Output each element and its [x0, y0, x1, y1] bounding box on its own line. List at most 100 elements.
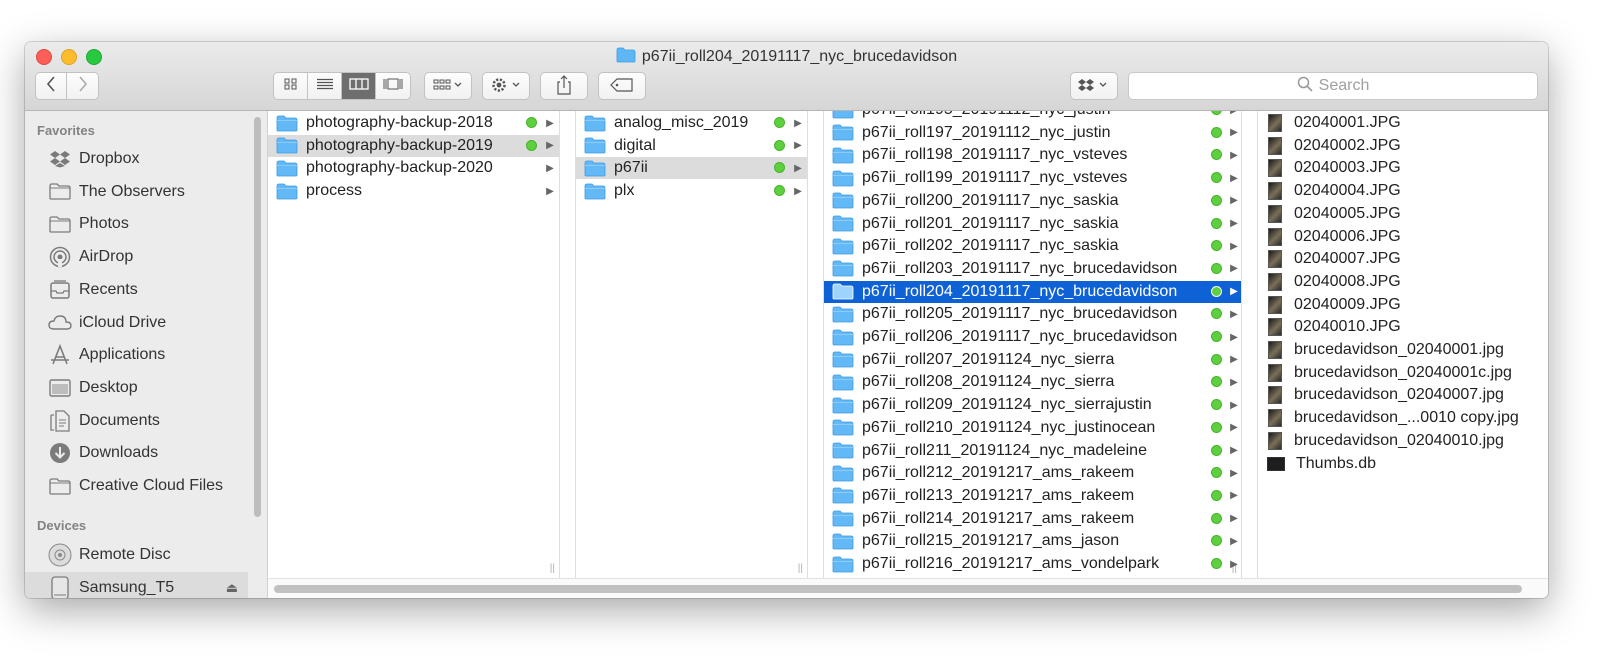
- group-by-button[interactable]: [424, 72, 472, 100]
- file-row[interactable]: 02040001.JPG: [1258, 112, 1548, 134]
- folder-row[interactable]: p67ii_roll204_20191117_nyc_brucedavidson…: [824, 280, 1241, 303]
- folder-name: p67ii_roll195_20191112_nyc_justin: [862, 111, 1111, 119]
- sidebar-item-recents[interactable]: Recents: [25, 274, 248, 306]
- icon-view-button[interactable]: [274, 73, 308, 99]
- folder-row[interactable]: photography-backup-2019 ▶: [268, 134, 559, 157]
- column-resize-handle[interactable]: ||: [798, 563, 803, 574]
- folder-row[interactable]: p67ii_roll199_20191117_nyc_vsteves ▶: [824, 167, 1241, 189]
- file-row[interactable]: brucedavidson_02040010.jpg: [1258, 430, 1548, 452]
- green-tag-dot: [774, 139, 785, 151]
- file-row[interactable]: 02040009.JPG: [1258, 294, 1548, 316]
- sidebar-item-remote-disc[interactable]: Remote Disc: [25, 539, 248, 571]
- folder-row[interactable]: p67ii_roll197_20191112_nyc_justin ▶: [824, 122, 1241, 144]
- sidebar-item-icloud-drive[interactable]: iCloud Drive: [25, 307, 248, 339]
- sidebar-item-airdrop[interactable]: AirDrop: [25, 241, 248, 273]
- folder-icon: [832, 374, 854, 391]
- file-row[interactable]: 02040007.JPG: [1258, 248, 1548, 270]
- folder-row[interactable]: process ▶: [268, 180, 559, 202]
- file-row[interactable]: brucedavidson_02040001.jpg: [1258, 339, 1548, 361]
- action-button[interactable]: [482, 72, 530, 100]
- folder-row[interactable]: p67ii_roll205_20191117_nyc_brucedavidson…: [824, 303, 1241, 325]
- disclosure-arrow-icon: ▶: [1230, 513, 1238, 525]
- folder-row[interactable]: p67ii_roll198_20191117_nyc_vsteves ▶: [824, 144, 1241, 166]
- sidebar-item-applications[interactable]: Applications: [25, 339, 248, 371]
- sidebar-item-label: Recents: [79, 280, 138, 298]
- green-tag-dot: [1211, 489, 1222, 501]
- folder-row[interactable]: p67ii_roll201_20191117_nyc_saskia ▶: [824, 213, 1241, 235]
- folder-row[interactable]: p67ii_roll214_20191217_ams_rakeem ▶: [824, 508, 1241, 530]
- sidebar-scrollbar[interactable]: [254, 117, 261, 517]
- folder-row[interactable]: digital ▶: [576, 135, 807, 157]
- disclosure-arrow-icon: ▶: [1230, 535, 1238, 547]
- folder-row[interactable]: p67ii_roll207_20191124_nyc_sierra ▶: [824, 349, 1241, 371]
- share-button[interactable]: [540, 72, 588, 100]
- column-gap: [1242, 111, 1258, 578]
- sidebar-item-desktop[interactable]: Desktop: [25, 372, 248, 404]
- folder-row[interactable]: p67ii_roll212_20191217_ams_rakeem ▶: [824, 462, 1241, 484]
- tags-button[interactable]: [598, 72, 646, 100]
- folder-row[interactable]: p67ii_roll202_20191117_nyc_saskia ▶: [824, 235, 1241, 257]
- eject-icon[interactable]: ⏏: [226, 580, 238, 596]
- file-row[interactable]: 02040002.JPG: [1258, 135, 1548, 157]
- sidebar-item-label: Documents: [79, 411, 160, 429]
- folder-row[interactable]: p67ii_roll200_20191117_nyc_saskia ▶: [824, 190, 1241, 212]
- sidebar-item-creative-cloud-files[interactable]: Creative Cloud Files: [25, 470, 248, 502]
- file-row[interactable]: 02040005.JPG: [1258, 203, 1548, 225]
- nav-buttons: [35, 72, 99, 100]
- icon-view-icon: [284, 77, 298, 95]
- folder-name: p67ii_roll203_20191117_nyc_brucedavidson: [862, 259, 1178, 277]
- file-row[interactable]: brucedavidson_...0010 copy.jpg: [1258, 407, 1548, 429]
- file-name: 02040010.JPG: [1294, 318, 1401, 336]
- back-button[interactable]: [36, 73, 67, 99]
- sidebar-item-samsung-t5[interactable]: Samsung_T5 ⏏: [25, 572, 248, 598]
- sidebar-item-dropbox[interactable]: Dropbox: [25, 143, 248, 175]
- folder-row[interactable]: photography-backup-2018 ▶: [268, 112, 559, 134]
- folder-row[interactable]: p67ii_roll215_20191217_ams_jason ▶: [824, 530, 1241, 552]
- file-row[interactable]: 02040003.JPG: [1258, 157, 1548, 179]
- gallery-view-button[interactable]: [376, 73, 410, 99]
- file-row[interactable]: brucedavidson_02040001c.jpg: [1258, 362, 1548, 384]
- folder-row[interactable]: p67ii_roll206_20191117_nyc_brucedavidson…: [824, 326, 1241, 348]
- folder-row[interactable]: p67ii_roll195_20191112_nyc_justin ▶: [824, 111, 1241, 121]
- folder-row[interactable]: analog_misc_2019 ▶: [576, 112, 807, 134]
- list-view-button[interactable]: [308, 73, 342, 99]
- sidebar-item-label: The Observers: [79, 182, 185, 200]
- folder-row[interactable]: p67ii_roll203_20191117_nyc_brucedavidson…: [824, 258, 1241, 280]
- list-view-icon: [316, 77, 334, 95]
- column-resize-handle[interactable]: ||: [550, 563, 555, 574]
- image-thumbnail-icon: [1268, 295, 1282, 314]
- sidebar-item-documents[interactable]: Documents: [25, 405, 248, 437]
- folder-row[interactable]: plx ▶: [576, 180, 807, 202]
- file-row[interactable]: Thumbs.db: [1258, 453, 1548, 475]
- folder-row[interactable]: p67ii_roll211_20191124_nyc_madeleine ▶: [824, 440, 1241, 462]
- green-tag-dot: [1211, 421, 1222, 433]
- chevron-left-icon: [46, 75, 56, 97]
- sidebar-item-downloads[interactable]: Downloads: [25, 437, 248, 469]
- file-name: 02040003.JPG: [1294, 159, 1401, 177]
- folder-row[interactable]: p67ii_roll216_20191217_ams_vondelpark ▶: [824, 553, 1241, 575]
- file-row[interactable]: 02040008.JPG: [1258, 271, 1548, 293]
- disclosure-arrow-icon: ▶: [1230, 354, 1238, 366]
- folder-row[interactable]: p67ii_roll208_20191124_nyc_sierra ▶: [824, 371, 1241, 393]
- folder-row[interactable]: p67ii_roll209_20191124_nyc_sierrajustin ▶: [824, 394, 1241, 416]
- file-row[interactable]: 02040004.JPG: [1258, 180, 1548, 202]
- folder-row[interactable]: p67ii_roll213_20191217_ams_rakeem ▶: [824, 485, 1241, 507]
- column-view-button[interactable]: [342, 73, 376, 99]
- file-row[interactable]: brucedavidson_02040007.jpg: [1258, 384, 1548, 406]
- disclosure-arrow-icon: ▶: [1230, 467, 1238, 479]
- green-tag-dot: [774, 185, 785, 197]
- search-field[interactable]: Search: [1128, 72, 1538, 100]
- folder-row[interactable]: photography-backup-2020 ▶: [268, 157, 559, 179]
- folder-row[interactable]: p67ii ▶: [576, 157, 807, 180]
- folder-row[interactable]: p67ii_roll210_20191124_nyc_justinocean ▶: [824, 417, 1241, 439]
- folder-icon: [832, 238, 854, 255]
- image-thumbnail-icon: [1268, 114, 1282, 132]
- sidebar-item-the-observers[interactable]: The Observers: [25, 176, 248, 208]
- chevron-right-icon: [78, 75, 88, 97]
- horizontal-scrollbar[interactable]: [274, 585, 1522, 593]
- dropbox-button[interactable]: [1070, 72, 1118, 100]
- file-row[interactable]: 02040006.JPG: [1258, 226, 1548, 248]
- file-row[interactable]: 02040010.JPG: [1258, 316, 1548, 338]
- forward-button[interactable]: [67, 73, 98, 99]
- sidebar-item-photos[interactable]: Photos: [25, 208, 248, 240]
